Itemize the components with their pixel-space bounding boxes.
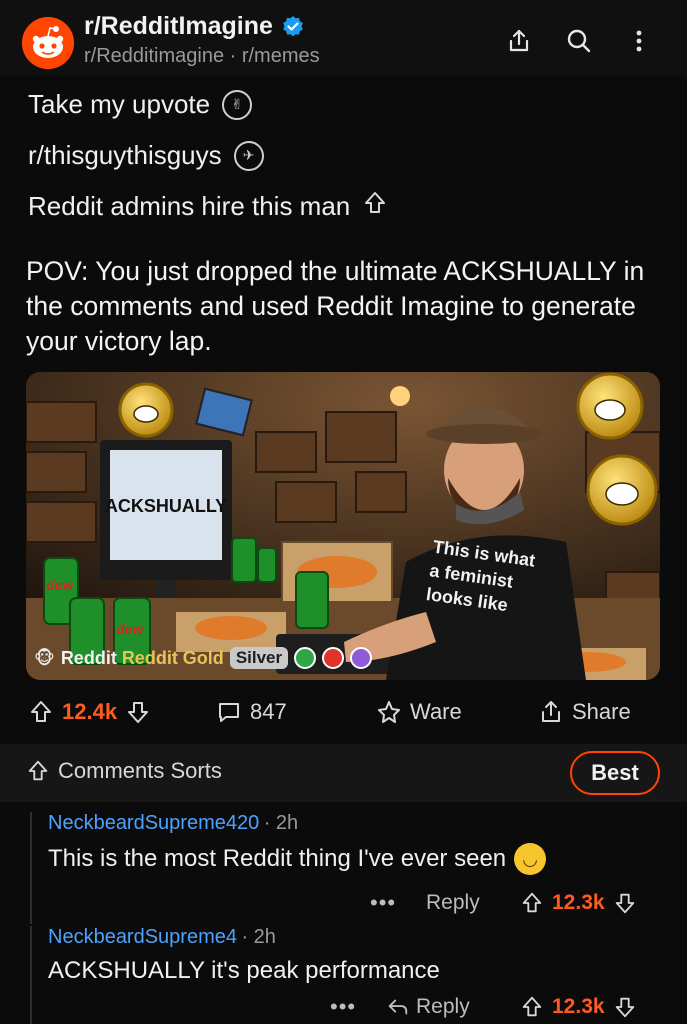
award-icon: ✌ [222,89,253,120]
subreddit-meta[interactable]: r/Redditimagine · r/memes [84,45,320,68]
comment-body: ACKSHUALLY it's peak performance [48,957,670,985]
reply-button[interactable]: Reply [386,995,470,1019]
comment-actions: ••• Reply 12.3k [0,990,687,1024]
subreddit-name[interactable]: r/RedditImagine [84,12,305,41]
post-awards[interactable]: 🐵 Reddit Reddit Gold Silver [34,644,373,672]
comment-vote-control: 12.3k [520,995,637,1019]
award-line-admins: Reddit admins hire this man [28,190,388,223]
award-line-text: Take my upvote [28,89,211,119]
award-line-upvote: Take my upvote ✌ [28,89,253,120]
comment-actions: ••• Reply 12.3k [0,886,687,920]
post-actions: 12.4k 847 Ware Share [0,690,687,734]
post-score: 12.4k [62,699,118,724]
post-title[interactable]: POV: You just dropped the ultimate ACKSH… [26,254,666,359]
award-label: Ware [410,699,462,724]
comments-sort-label[interactable]: Comments Sorts [26,758,222,784]
award-icon [294,647,317,669]
sort-best-button[interactable]: Best [570,751,660,795]
subreddit-name-text[interactable]: r/RedditImagine [84,12,273,41]
award-line-text: Reddit admins hire this man [28,191,351,221]
comment-meta: NeckbeardSupreme420 · 2h [48,812,670,835]
award-button[interactable]: Ware [376,690,462,734]
award-icon [378,701,400,723]
upvote-icon[interactable] [520,891,544,915]
search-icon[interactable] [562,24,596,58]
upvote-outline-icon [28,760,48,781]
reply-label: Reply [426,891,480,914]
comment-username[interactable]: NeckbeardSupreme4 [48,926,237,948]
comment-meta: NeckbeardSupreme4 · 2h [48,926,670,949]
comments-button[interactable]: 847 [216,690,287,734]
upvote-icon[interactable] [28,699,54,725]
comment-count: 847 [250,699,287,724]
comment-text: This is the most Reddit thing I've ever … [48,845,507,872]
downvote-icon[interactable] [125,699,151,725]
comment-time: · 2h [241,926,276,948]
share-button[interactable]: Share [538,690,631,734]
gold-award-label: Reddit Reddit Gold [60,647,224,668]
monitor-text: ACKSHUALLY [105,496,227,516]
comment-vote-control: 12.3k [520,891,637,915]
more-options-icon[interactable]: ••• [370,890,396,916]
gold-award-icon: 🐵 [34,647,55,668]
downvote-icon[interactable] [613,891,637,915]
post-image[interactable]: ACKSHUALLY dew dew This is what a femini… [26,372,660,680]
grinning-emoji-icon: ◡ [514,843,547,875]
comment-body: This is the most Reddit thing I've ever … [48,843,670,875]
can-label: dew [116,621,144,637]
post-image-illustration: ACKSHUALLY dew dew This is what a femini… [26,372,660,680]
verified-badge-icon [283,15,303,36]
award-line-text[interactable]: r/thisguythisguys [28,140,222,171]
comment-icon [219,703,239,722]
upvote-icon[interactable] [520,995,544,1019]
sort-label-text: Comments Sorts [58,758,222,783]
comment-username[interactable]: NeckbeardSupreme420 [48,812,259,834]
vote-control: 12.4k [28,690,151,734]
silver-award-label: Silver [229,647,289,669]
downvote-icon[interactable] [613,995,637,1019]
comment-time: · 2h [263,812,299,834]
reply-icon [388,999,408,1015]
comment-score: 12.3k [552,995,605,1018]
snoo-icon [22,17,74,69]
share-icon[interactable] [502,24,536,58]
reply-button[interactable]: Reply [426,891,480,915]
post-header: r/RedditImagine r/Redditimagine · r/meme… [0,0,687,76]
award-icon [322,647,345,669]
share-label: Share [572,699,631,724]
comment-score: 12.3k [552,891,605,914]
more-options-icon[interactable]: ••• [330,994,356,1020]
comment-text: ACKSHUALLY it's peak performance [48,957,440,984]
reply-label: Reply [416,995,470,1018]
upvote-outline-icon [362,190,388,223]
can-label: dew [46,577,74,593]
share-icon [542,701,560,722]
subreddit-avatar[interactable] [22,17,74,69]
comments-sort-bar: Comments Sorts Best [0,744,687,802]
award-icon: ✈ [233,140,264,171]
award-icon [350,647,373,669]
award-line-subreddit: r/thisguythisguys ✈ [28,140,264,171]
more-vertical-icon[interactable] [622,24,656,58]
